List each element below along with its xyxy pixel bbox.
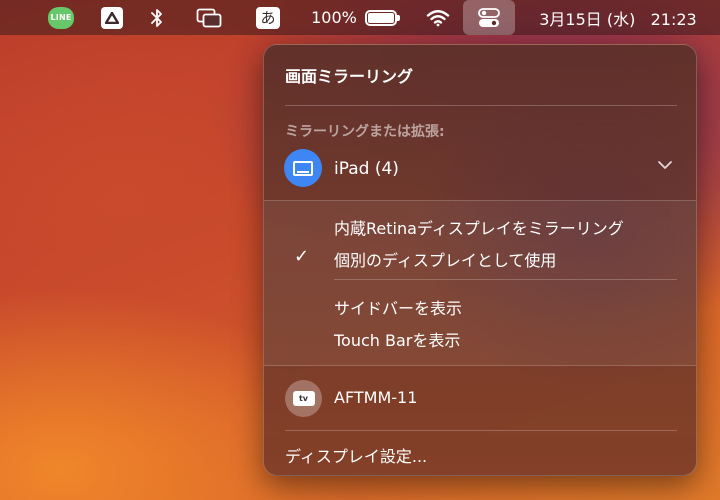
divider	[334, 279, 677, 280]
control-center-button[interactable]	[463, 0, 515, 35]
section-header: ミラーリングまたは拡張:	[285, 124, 445, 140]
chevron-down-icon[interactable]	[656, 156, 674, 174]
control-center-icon	[478, 7, 500, 27]
display-settings-label: ディスプレイ設定...	[285, 447, 428, 466]
device-name: iPad (4)	[334, 159, 399, 179]
wifi-icon	[426, 9, 450, 26]
apple-tv-icon-text: tv	[298, 394, 309, 403]
input-method-menu-extra[interactable]: あ	[254, 0, 282, 35]
divider	[285, 430, 677, 431]
option-label: Touch Barを表示	[334, 331, 461, 350]
divider	[285, 105, 677, 106]
device-name: AFTMM-11	[334, 388, 418, 407]
option-use-as-separate-display[interactable]: ✓ 個別のディスプレイとして使用	[264, 242, 696, 272]
screen-mirroring-menu-extra[interactable]	[194, 0, 224, 35]
ipad-icon	[284, 149, 322, 187]
option-label: 個別のディスプレイとして使用	[334, 251, 557, 270]
option-label: 内蔵Retinaディスプレイをミラーリング	[334, 219, 624, 238]
checkmark-icon: ✓	[294, 246, 310, 267]
bluetooth-menu-extra[interactable]	[146, 0, 168, 35]
battery-icon	[364, 9, 400, 26]
wifi-menu-extra[interactable]	[423, 0, 453, 35]
option-label: サイドバーを表示	[334, 299, 463, 318]
battery-menu-extra[interactable]: 100%	[308, 0, 400, 35]
google-drive-icon	[101, 6, 123, 29]
line-menu-extra[interactable]: LINE	[46, 0, 76, 35]
date-time: 3月15日 (水) 21:23	[539, 9, 697, 29]
divider	[264, 365, 696, 366]
device-options: 内蔵Retinaディスプレイをミラーリング ✓ 個別のディスプレイとして使用 サ…	[264, 200, 696, 366]
input-method-char: あ	[260, 9, 276, 27]
display-settings-button[interactable]: ディスプレイ設定...	[264, 438, 696, 468]
screen-mirroring-icon	[196, 8, 222, 27]
device-row-ipad[interactable]: iPad (4)	[264, 145, 696, 195]
option-mirror-builtin-display[interactable]: 内蔵Retinaディスプレイをミラーリング	[264, 210, 696, 240]
line-icon: LINE	[48, 6, 74, 29]
apple-tv-icon: tv	[285, 380, 322, 417]
screen-mirroring-panel: 画面ミラーリング ミラーリングまたは拡張: iPad (4) 内蔵Retinaデ…	[263, 44, 697, 476]
divider	[264, 200, 696, 201]
menu-bar: LINE あ 100% 3月15日 (水) 21:23	[0, 0, 720, 35]
input-method-icon: あ	[256, 6, 280, 29]
google-drive-menu-extra[interactable]	[98, 0, 126, 35]
panel-title: 画面ミラーリング	[285, 67, 414, 86]
device-row-appletv[interactable]: tv AFTMM-11	[264, 378, 696, 420]
option-show-touch-bar[interactable]: Touch Barを表示	[264, 322, 696, 352]
line-icon-text: LINE	[50, 13, 72, 22]
clock[interactable]: 3月15日 (水) 21:23	[520, 0, 716, 35]
battery-percent: 100%	[311, 8, 357, 27]
option-show-sidebar[interactable]: サイドバーを表示	[264, 290, 696, 320]
bluetooth-icon	[151, 8, 162, 27]
